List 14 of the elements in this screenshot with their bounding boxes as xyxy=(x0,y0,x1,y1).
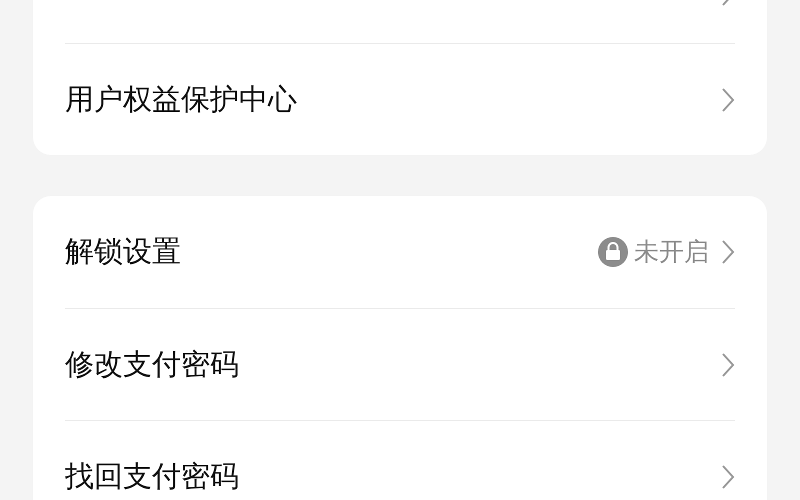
status-text: 未开启 xyxy=(634,236,709,268)
chevron-right-icon xyxy=(721,464,735,490)
settings-row[interactable]: 找回支付密码 xyxy=(65,420,735,500)
row-label: 用户权益保护中心 xyxy=(65,80,297,118)
settings-row[interactable]: 修改支付密码 xyxy=(65,308,735,420)
settings-row[interactable]: 解锁设置 未开启 xyxy=(65,196,735,308)
row-label: 找回支付密码 xyxy=(65,458,239,495)
settings-row[interactable]: 用户权益保护中心 xyxy=(65,43,735,155)
lock-icon xyxy=(598,237,628,267)
chevron-right-icon xyxy=(721,352,735,378)
row-label: 修改支付密码 xyxy=(65,346,239,383)
chevron-right-icon xyxy=(721,239,735,265)
row-label: 解锁设置 xyxy=(65,233,181,270)
chevron-right-icon xyxy=(721,86,735,112)
